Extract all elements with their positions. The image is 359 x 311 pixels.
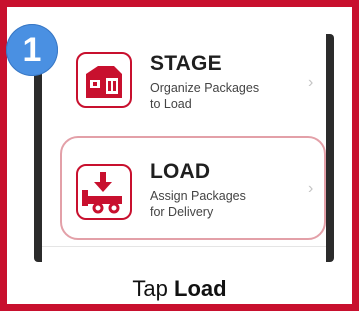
chevron-right-icon: ›	[308, 74, 314, 91]
step-number-badge: 1	[6, 24, 58, 76]
stage-subtitle: Organize Packages to Load	[150, 80, 300, 112]
load-subtitle-line1: Assign Packages	[150, 189, 246, 203]
load-subtitle-line2: for Delivery	[150, 205, 214, 219]
stage-building-icon	[76, 52, 132, 108]
stage-subtitle-line2: to Load	[150, 97, 192, 111]
caption-bold: Load	[174, 276, 227, 301]
stage-subtitle-line1: Organize Packages	[150, 81, 260, 95]
chevron-right-icon: ›	[308, 180, 314, 197]
instruction-caption: Tap Load	[0, 276, 359, 302]
stage-title: STAGE	[150, 52, 222, 75]
divider	[42, 246, 326, 247]
load-truck-icon	[76, 164, 132, 220]
load-subtitle: Assign Packages for Delivery	[150, 188, 300, 220]
load-title: LOAD	[150, 160, 211, 183]
caption-prefix: Tap	[132, 276, 175, 301]
